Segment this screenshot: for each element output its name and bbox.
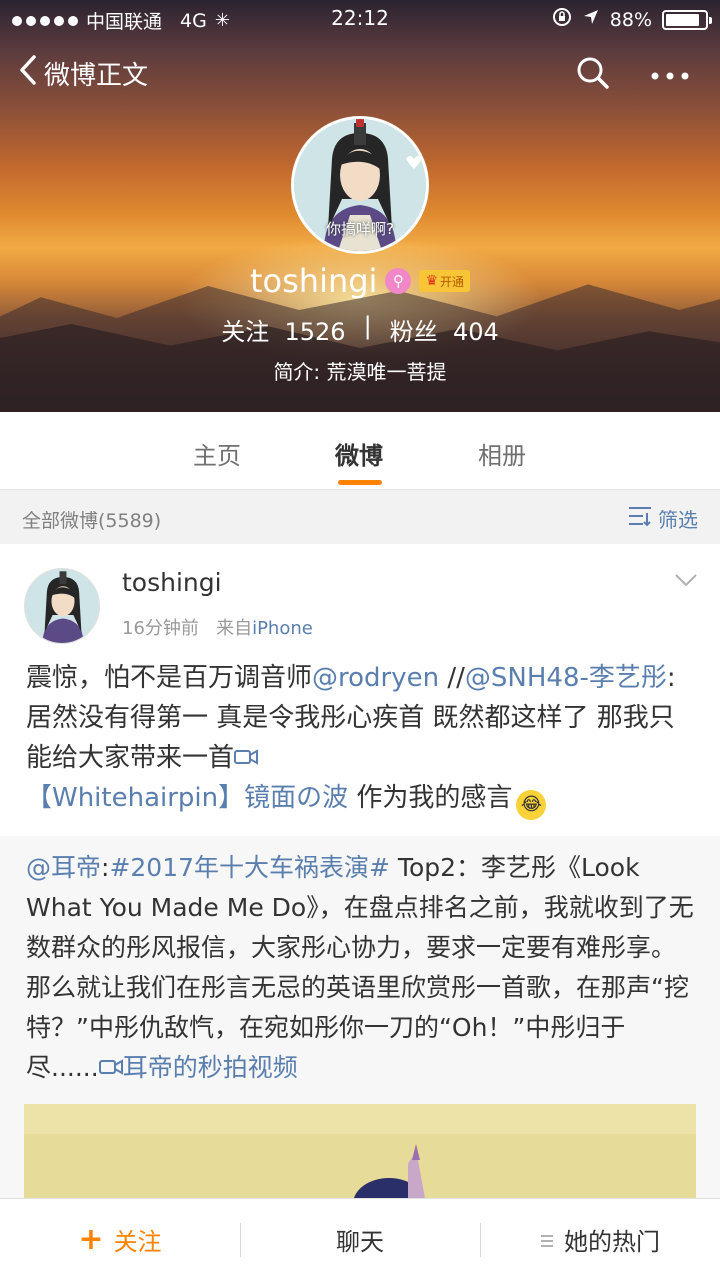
- battery-percent: 88%: [609, 8, 652, 31]
- video-link[interactable]: 【Whitehairpin】镜面の波: [26, 783, 348, 813]
- repost-text: Top2：李艺彤《Look What You Made Me Do》，在盘点排名…: [26, 853, 694, 1082]
- video-link[interactable]: 耳帝的秒拍视频: [123, 1053, 298, 1082]
- tab-album[interactable]: 相册: [478, 436, 526, 471]
- video-thumbnail[interactable]: [24, 1104, 696, 1204]
- hot-posts-button[interactable]: 她的热门: [480, 1199, 720, 1280]
- tab-weibo[interactable]: 微博: [335, 436, 383, 471]
- post-author-name[interactable]: toshingi: [122, 568, 222, 597]
- hot-posts-label: 她的热门: [564, 1228, 660, 1256]
- chat-label: 聊天: [336, 1228, 384, 1256]
- battery-icon: [662, 9, 712, 30]
- avatar-illustration: [25, 569, 99, 643]
- following-stat[interactable]: 关注 1526: [221, 312, 345, 347]
- post-text: 震惊，怕不是百万调音师: [26, 663, 313, 693]
- post-source-prefix: 来自: [216, 618, 253, 639]
- username: toshingi: [249, 262, 378, 300]
- following-count: 1526: [284, 318, 346, 346]
- chat-button[interactable]: 聊天: [240, 1199, 480, 1280]
- laughing-emoji-icon: 😂: [516, 790, 547, 820]
- tab-home[interactable]: 主页: [193, 436, 241, 471]
- filter-icon: [628, 505, 652, 532]
- more-icon[interactable]: [650, 66, 690, 85]
- filter-label: 筛选: [658, 508, 698, 532]
- hashtag-link[interactable]: #2017年十大车祸表演#: [109, 853, 390, 882]
- stat-separator: |: [363, 312, 372, 340]
- vip-label: 开通: [440, 274, 465, 289]
- bottom-action-bar: + 关注 聊天 她的热门: [0, 1198, 720, 1280]
- followers-label: 粉丝: [389, 318, 438, 346]
- repost-content: @耳帝:#2017年十大车祸表演# Top2：李艺彤《Look What You…: [26, 848, 698, 1088]
- mention-link[interactable]: @SNH48-李艺彤: [465, 663, 667, 693]
- post-meta: 16分钟前 来自iPhone: [122, 614, 313, 640]
- following-label: 关注: [221, 318, 270, 346]
- post-content: 震惊，怕不是百万调音师@rodryen //@SNH48-李艺彤:居然没有得第一…: [26, 658, 696, 820]
- mention-link[interactable]: @耳帝: [26, 853, 101, 882]
- mention-link[interactable]: @rodryen: [312, 663, 439, 693]
- video-frame-illustration: [24, 1104, 696, 1204]
- repost-card[interactable]: @耳帝:#2017年十大车祸表演# Top2：李艺彤《Look What You…: [0, 836, 720, 1204]
- profile-avatar[interactable]: 你搞咩啊?: [291, 116, 429, 254]
- post-time: 16分钟前: [122, 618, 199, 639]
- avatar-caption: 你搞咩啊?: [326, 220, 394, 238]
- post-source[interactable]: iPhone: [252, 618, 313, 639]
- post-text: 作为我的感言: [348, 783, 513, 813]
- back-button[interactable]: 微博正文: [18, 54, 148, 93]
- status-bar: 中国联通 4G ✳ 22:12 88%: [0, 0, 720, 36]
- vip-badge[interactable]: ♛ 开通: [419, 270, 471, 292]
- location-icon: [582, 8, 600, 31]
- video-link-icon: [234, 743, 259, 773]
- follow-label: 关注: [113, 1228, 162, 1256]
- chevron-down-icon[interactable]: [674, 572, 698, 591]
- verified-badge-icon[interactable]: ⚲: [385, 268, 412, 294]
- orientation-lock-icon: [552, 7, 572, 32]
- crown-icon: ♛: [425, 273, 438, 289]
- navigation-bar: 微博正文: [0, 50, 720, 96]
- profile-header: 中国联通 4G ✳ 22:12 88% 微博正文 你搞咩啊? toshingi …: [0, 0, 720, 412]
- profile-bio: 简介: 荒漠唯一菩提: [273, 360, 447, 384]
- weibo-count: 全部微博(5589): [22, 510, 162, 532]
- active-tab-indicator: [338, 480, 382, 485]
- plus-icon: +: [78, 1221, 104, 1257]
- weibo-post: toshingi 16分钟前 来自iPhone 震惊，怕不是百万调音师@rodr…: [0, 544, 720, 1204]
- profile-stats: 关注 1526 | 粉丝 404: [0, 312, 720, 347]
- search-icon[interactable]: [576, 56, 610, 94]
- back-label: 微博正文: [44, 61, 149, 91]
- profile-name-row: toshingi ⚲ ♛ 开通: [0, 262, 720, 300]
- filter-bar: 全部微博(5589) 筛选: [0, 490, 720, 544]
- profile-tabs: 主页 微博 相册: [0, 412, 720, 490]
- menu-icon: [540, 1226, 554, 1254]
- post-text: //: [439, 663, 465, 693]
- filter-button[interactable]: 筛选: [628, 504, 698, 533]
- followers-count: 404: [452, 318, 499, 346]
- post-author-avatar[interactable]: [24, 568, 100, 644]
- video-link-icon: [98, 1053, 123, 1082]
- chevron-left-icon: [18, 54, 38, 93]
- follow-button[interactable]: + 关注: [0, 1199, 240, 1280]
- followers-stat[interactable]: 粉丝 404: [390, 312, 499, 347]
